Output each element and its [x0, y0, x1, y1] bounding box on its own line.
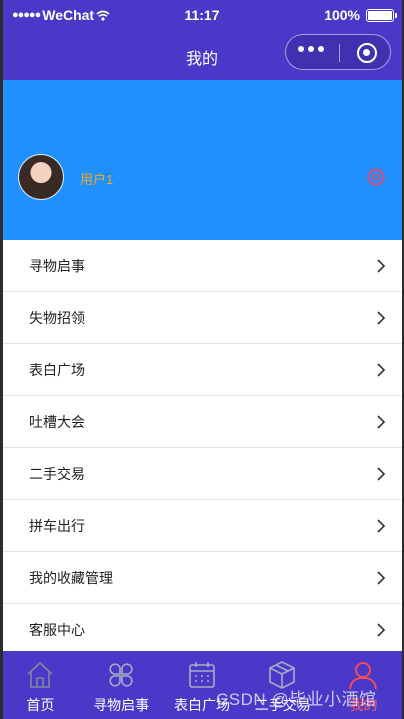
battery-icon — [366, 8, 397, 22]
menu-item-label: 客服中心 — [29, 621, 85, 638]
menu-item-found[interactable]: 失物招领 — [0, 292, 404, 344]
gear-icon[interactable] — [365, 166, 387, 188]
tab-label: 首页 — [26, 697, 55, 713]
status-bar: ●●●●● WeChat 11:17 100% — [0, 0, 404, 32]
menu-item-second-hand[interactable]: 二手交易 — [0, 448, 404, 500]
tab-label: 表白广场 — [173, 697, 230, 713]
nav-bar: 我的 — [0, 32, 404, 80]
clover-icon — [109, 663, 133, 687]
battery-percent: 100% — [324, 7, 360, 23]
calendar-icon — [188, 662, 215, 688]
menu-item-rant[interactable]: 吐槽大会 — [0, 396, 404, 448]
chevron-right-icon — [377, 311, 386, 325]
menu-item-label: 我的收藏管理 — [29, 569, 113, 586]
capsule-divider — [339, 44, 340, 62]
chevron-right-icon — [377, 363, 386, 377]
tab-mine[interactable]: 我的 — [323, 651, 404, 719]
more-icon[interactable] — [298, 46, 324, 52]
menu-item-confession[interactable]: 表白广场 — [0, 344, 404, 396]
tab-second-hand[interactable]: 二手交易 — [242, 651, 323, 719]
battery: 100% — [324, 7, 397, 23]
avatar[interactable] — [18, 154, 64, 200]
user-icon — [349, 662, 378, 690]
username[interactable]: 用户1 — [80, 169, 113, 188]
menu-item-lost-notice[interactable]: 寻物启事 — [0, 240, 404, 292]
menu-item-label: 寻物启事 — [29, 257, 85, 274]
frame-edge-left — [0, 0, 3, 719]
mini-program-capsule — [285, 34, 391, 70]
chevron-right-icon — [377, 467, 386, 481]
carrier-name: WeChat — [42, 7, 95, 23]
wifi-icon — [96, 10, 110, 21]
menu-item-label: 吐槽大会 — [29, 413, 85, 430]
menu-item-label: 拼车出行 — [29, 517, 85, 534]
tab-label: 寻物启事 — [93, 697, 150, 713]
chevron-right-icon — [377, 571, 386, 585]
tab-label: 二手交易 — [254, 697, 311, 713]
menu-item-label: 失物招领 — [29, 309, 85, 326]
menu-item-customer-service[interactable]: 客服中心 — [0, 604, 404, 656]
tab-confession[interactable]: 表白广场 — [162, 651, 243, 719]
menu-item-label: 二手交易 — [29, 465, 85, 482]
menu-item-favorites[interactable]: 我的收藏管理 — [0, 552, 404, 604]
menu-item-label: 表白广场 — [29, 361, 85, 378]
home-icon — [27, 662, 53, 688]
tab-lost-notice[interactable]: 寻物启事 — [81, 651, 162, 719]
chevron-right-icon — [377, 259, 386, 273]
box-icon — [269, 661, 296, 689]
carrier: ●●●●● WeChat — [12, 7, 110, 23]
chevron-right-icon — [377, 415, 386, 429]
profile-header: 用户1 — [0, 80, 404, 240]
tab-label: 我的 — [349, 697, 378, 713]
signal-icon: ●●●●● — [12, 9, 41, 21]
chevron-right-icon — [377, 519, 386, 533]
chevron-right-icon — [377, 623, 386, 637]
tab-bar: 首页 寻物启事 表白广场 二手交易 我的 — [0, 651, 404, 719]
close-icon[interactable] — [357, 43, 377, 63]
menu-item-carpool[interactable]: 拼车出行 — [0, 500, 404, 552]
menu-list: 寻物启事 失物招领 表白广场 吐槽大会 二手交易 拼车出行 我的收藏管理 客服中… — [0, 240, 404, 656]
tab-home[interactable]: 首页 — [0, 651, 81, 719]
